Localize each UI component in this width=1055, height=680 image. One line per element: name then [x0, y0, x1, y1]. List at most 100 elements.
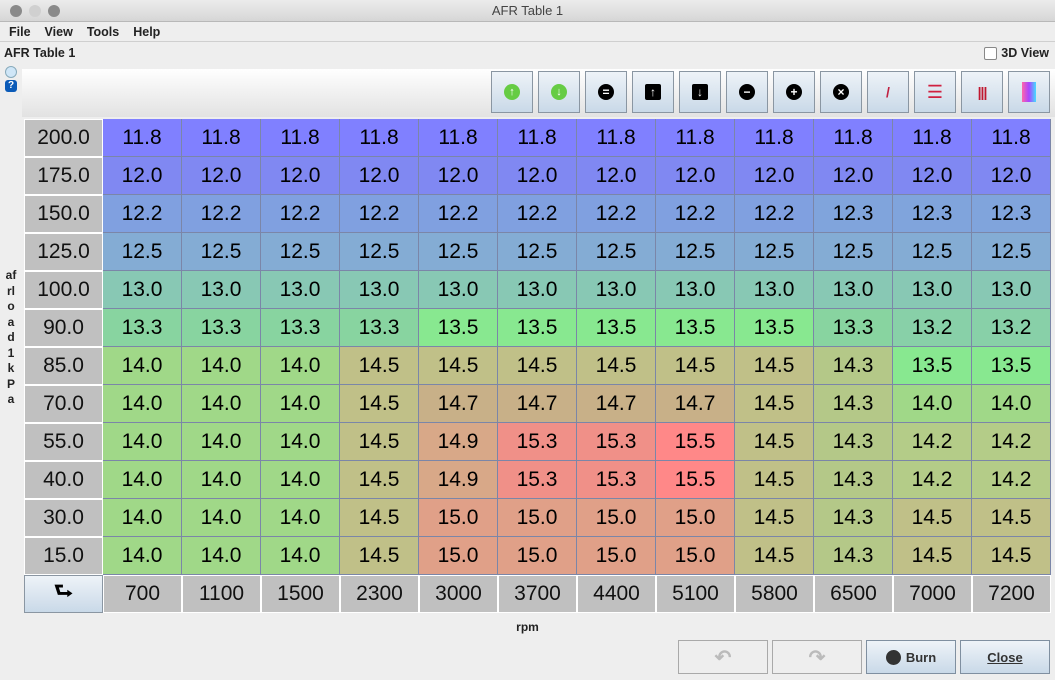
interpolate-vertical-button[interactable]: ||| [961, 71, 1003, 113]
table-cell[interactable]: 13.5 [419, 309, 498, 347]
x-axis-value[interactable]: 700 [103, 575, 182, 613]
table-cell[interactable]: 15.3 [577, 423, 656, 461]
table-cell[interactable]: 13.2 [972, 309, 1051, 347]
swap-axes-icon[interactable]: ⮑ [24, 575, 103, 613]
table-cell[interactable]: 12.2 [735, 195, 814, 233]
table-cell[interactable]: 12.3 [972, 195, 1051, 233]
table-cell[interactable]: 14.5 [340, 385, 419, 423]
y-axis-value[interactable]: 100.0 [24, 271, 103, 309]
table-cell[interactable]: 14.0 [893, 385, 972, 423]
table-cell[interactable]: 13.3 [261, 309, 340, 347]
table-cell[interactable]: 11.8 [182, 119, 261, 157]
y-axis-value[interactable]: 200.0 [24, 119, 103, 157]
table-cell[interactable]: 15.3 [498, 461, 577, 499]
table-cell[interactable]: 14.0 [972, 385, 1051, 423]
y-axis-value[interactable]: 85.0 [24, 347, 103, 385]
table-cell[interactable]: 14.0 [182, 461, 261, 499]
table-cell[interactable]: 12.2 [577, 195, 656, 233]
menu-file[interactable]: File [9, 22, 31, 41]
close-button[interactable]: Close [960, 640, 1050, 674]
table-cell[interactable]: 11.8 [419, 119, 498, 157]
table-cell[interactable]: 14.9 [419, 461, 498, 499]
menu-help[interactable]: Help [133, 22, 160, 41]
table-cell[interactable]: 13.0 [182, 271, 261, 309]
table-cell[interactable]: 14.5 [340, 347, 419, 385]
table-cell[interactable]: 14.5 [735, 537, 814, 575]
table-cell[interactable]: 14.5 [735, 423, 814, 461]
table-cell[interactable]: 14.7 [498, 385, 577, 423]
y-axis-value[interactable]: 125.0 [24, 233, 103, 271]
table-cell[interactable]: 12.5 [340, 233, 419, 271]
table-cell[interactable]: 12.0 [182, 157, 261, 195]
table-cell[interactable]: 15.0 [419, 537, 498, 575]
table-cell[interactable]: 14.3 [814, 347, 893, 385]
table-cell[interactable]: 14.2 [972, 461, 1051, 499]
x-axis-value[interactable]: 2300 [340, 575, 419, 613]
table-cell[interactable]: 11.8 [340, 119, 419, 157]
y-axis-value[interactable]: 30.0 [24, 499, 103, 537]
table-cell[interactable]: 15.0 [419, 499, 498, 537]
table-cell[interactable]: 13.0 [261, 271, 340, 309]
table-cell[interactable]: 13.3 [340, 309, 419, 347]
table-cell[interactable]: 11.8 [261, 119, 340, 157]
table-cell[interactable]: 13.5 [656, 309, 735, 347]
table-cell[interactable]: 14.0 [103, 461, 182, 499]
table-cell[interactable]: 13.0 [893, 271, 972, 309]
table-cell[interactable]: 14.0 [261, 499, 340, 537]
table-cell[interactable]: 14.0 [103, 347, 182, 385]
table-cell[interactable]: 15.5 [656, 423, 735, 461]
table-cell[interactable]: 14.0 [261, 347, 340, 385]
y-axis-value[interactable]: 70.0 [24, 385, 103, 423]
table-cell[interactable]: 13.0 [735, 271, 814, 309]
table-cell[interactable]: 11.8 [814, 119, 893, 157]
table-cell[interactable]: 14.5 [735, 385, 814, 423]
table-cell[interactable]: 11.8 [498, 119, 577, 157]
x-axis-value[interactable]: 1500 [261, 575, 340, 613]
table-cell[interactable]: 14.0 [103, 537, 182, 575]
table-cell[interactable]: 13.0 [419, 271, 498, 309]
burn-button[interactable]: Burn [866, 640, 956, 674]
table-cell[interactable]: 14.0 [182, 347, 261, 385]
table-cell[interactable]: 14.5 [893, 537, 972, 575]
table-cell[interactable]: 13.0 [340, 271, 419, 309]
table-cell[interactable]: 14.2 [972, 423, 1051, 461]
table-cell[interactable]: 15.5 [656, 461, 735, 499]
table-cell[interactable]: 13.5 [972, 347, 1051, 385]
table-cell[interactable]: 14.7 [656, 385, 735, 423]
menu-view[interactable]: View [45, 22, 73, 41]
table-cell[interactable]: 12.2 [340, 195, 419, 233]
table-cell[interactable]: 13.0 [656, 271, 735, 309]
table-cell[interactable]: 14.0 [103, 499, 182, 537]
table-cell[interactable]: 11.8 [972, 119, 1051, 157]
table-cell[interactable]: 15.0 [498, 537, 577, 575]
menu-tools[interactable]: Tools [87, 22, 119, 41]
y-axis-value[interactable]: 150.0 [24, 195, 103, 233]
table-cell[interactable]: 12.5 [419, 233, 498, 271]
table-cell[interactable]: 12.5 [814, 233, 893, 271]
table-cell[interactable]: 14.5 [498, 347, 577, 385]
table-cell[interactable]: 14.0 [182, 423, 261, 461]
table-cell[interactable]: 13.0 [577, 271, 656, 309]
table-cell[interactable]: 13.5 [735, 309, 814, 347]
set-equal-button[interactable]: = [585, 71, 627, 113]
table-cell[interactable]: 15.3 [498, 423, 577, 461]
add-button[interactable]: + [773, 71, 815, 113]
table-cell[interactable]: 12.0 [103, 157, 182, 195]
table-cell[interactable]: 12.5 [103, 233, 182, 271]
table-cell[interactable]: 12.3 [814, 195, 893, 233]
y-axis-value[interactable]: 55.0 [24, 423, 103, 461]
table-cell[interactable]: 12.2 [103, 195, 182, 233]
table-cell[interactable]: 12.0 [261, 157, 340, 195]
table-cell[interactable]: 14.7 [419, 385, 498, 423]
table-cell[interactable]: 12.5 [498, 233, 577, 271]
interpolate-button[interactable]: / [867, 71, 909, 113]
table-cell[interactable]: 12.0 [498, 157, 577, 195]
table-cell[interactable]: 14.0 [182, 385, 261, 423]
x-axis-value[interactable]: 5800 [735, 575, 814, 613]
table-cell[interactable]: 14.5 [340, 537, 419, 575]
table-cell[interactable]: 13.0 [103, 271, 182, 309]
y-axis-value[interactable]: 15.0 [24, 537, 103, 575]
table-cell[interactable]: 14.5 [893, 499, 972, 537]
table-cell[interactable]: 15.3 [577, 461, 656, 499]
table-cell[interactable]: 14.0 [103, 385, 182, 423]
